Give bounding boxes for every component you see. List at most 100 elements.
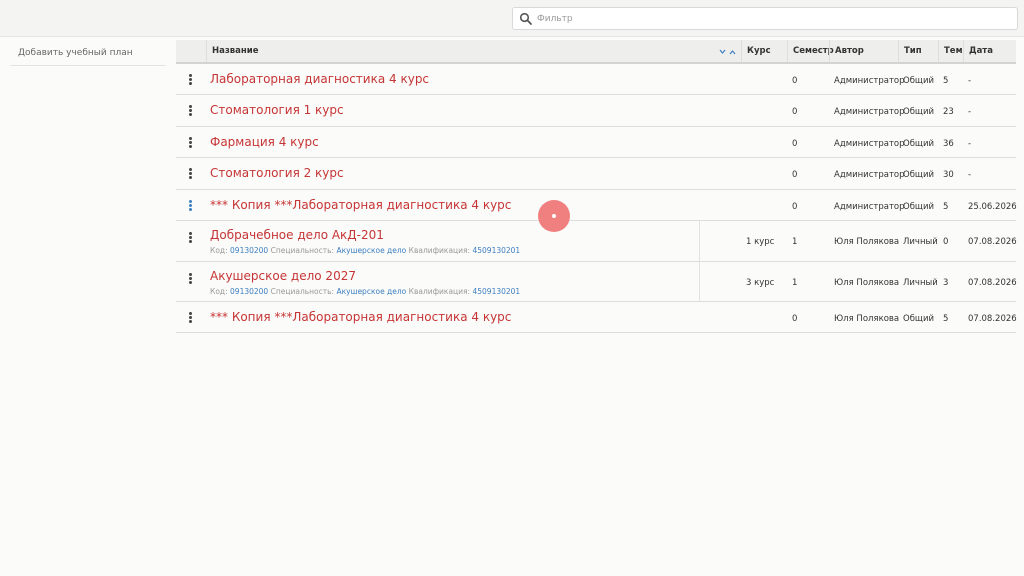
specialty-label: Специальность:	[270, 287, 335, 296]
cell-date: 07.08.2026	[968, 237, 1017, 247]
cell-author: Юля Полякова	[834, 278, 900, 288]
column-divider	[699, 262, 700, 301]
table-row[interactable]: *** Копия ***Лабораторная диагностика 4 …	[176, 190, 1017, 221]
table-row[interactable]: Акушерское дело 2027 Код: 09130200 Специа…	[176, 262, 1017, 302]
column-header-topics[interactable]: Тем	[938, 40, 963, 62]
header-menu-col	[176, 40, 206, 62]
cell-author: Администратор	[834, 76, 905, 86]
table-body: Лабораторная диагностика 4 курс 0 Админист…	[176, 64, 1017, 333]
cell-author: Администратор	[834, 107, 905, 117]
cell-semester: 0	[792, 314, 798, 324]
cell-date: 07.08.2026	[968, 278, 1017, 288]
code-link[interactable]: 09130200	[230, 246, 268, 255]
specialty-label: Специальность:	[270, 246, 335, 255]
cell-type: Общий	[903, 76, 934, 86]
table-header: Название Курс Семестр Автор Тип Тем Дата	[176, 40, 1016, 64]
column-divider	[699, 221, 700, 261]
sidebar: Добавить учебный план	[10, 43, 166, 66]
kebab-menu-icon[interactable]	[187, 273, 193, 285]
cell-date: 25.06.2026	[968, 202, 1017, 212]
code-link[interactable]: 09130200	[230, 287, 268, 296]
kebab-menu-icon[interactable]	[187, 74, 193, 86]
kebab-menu-icon[interactable]	[187, 232, 193, 244]
cell-topics: 36	[943, 139, 954, 149]
cell-type: Общий	[903, 139, 934, 149]
column-header-name[interactable]: Название	[206, 40, 742, 62]
cell-semester: 1	[792, 237, 798, 247]
cell-semester: 0	[792, 170, 798, 180]
plan-title-link[interactable]: Добрачебное дело АкД-201	[210, 228, 384, 242]
table-row[interactable]: *** Копия ***Лабораторная диагностика 4 …	[176, 302, 1017, 333]
cell-semester: 1	[792, 278, 798, 288]
cell-type: Общий	[903, 107, 934, 117]
cell-topics: 5	[943, 314, 949, 324]
kebab-menu-icon[interactable]	[187, 312, 193, 324]
table-row[interactable]: Фармация 4 курс 0 Администратор Общий 36 -	[176, 127, 1016, 158]
cell-semester: 0	[792, 202, 798, 212]
cell-course: 1 курс	[746, 237, 775, 247]
plan-title-link[interactable]: Стоматология 1 курс	[210, 103, 344, 117]
qualification-label: Квалификация:	[408, 287, 471, 296]
column-header-author[interactable]: Автор	[829, 40, 898, 62]
plan-meta: Код: 09130200 Специальность: Акушерское …	[210, 246, 520, 255]
kebab-menu-icon[interactable]	[187, 105, 193, 117]
cell-author: Юля Полякова	[834, 314, 900, 324]
column-header-course[interactable]: Курс	[741, 40, 787, 62]
cell-type: Общий	[903, 314, 934, 324]
cell-author: Администратор	[834, 139, 905, 149]
table-row[interactable]: Стоматология 1 курс 0 Администратор Общий 23…	[176, 95, 1016, 127]
specialty-link[interactable]: Акушерское дело	[336, 287, 406, 296]
column-header-semester[interactable]: Семестр	[787, 40, 834, 62]
qualification-label: Квалификация:	[408, 246, 471, 255]
plan-title-link[interactable]: *** Копия ***Лабораторная диагностика 4 …	[210, 310, 511, 324]
column-header-date[interactable]: Дата	[963, 40, 1016, 62]
cell-date: -	[968, 139, 972, 149]
cell-topics: 0	[943, 237, 949, 247]
table-row[interactable]: Добрачебное дело АкД-201 Код: 09130200 Сп…	[176, 221, 1017, 262]
column-name-label: Название	[212, 46, 259, 56]
cell-course: 3 курс	[746, 278, 775, 288]
cell-topics: 3	[943, 278, 949, 288]
cell-author: Администратор	[834, 202, 905, 212]
kebab-menu-icon[interactable]	[187, 137, 193, 149]
plan-title-link[interactable]: Лабораторная диагностика 4 курс	[210, 72, 429, 86]
cell-type: Личный	[903, 237, 938, 247]
code-label: Код:	[210, 287, 228, 296]
kebab-menu-icon[interactable]	[187, 168, 193, 180]
plan-title-link[interactable]: *** Копия ***Лабораторная диагностика 4 …	[210, 198, 511, 212]
cell-semester: 0	[792, 139, 798, 149]
plan-title-link[interactable]: Стоматология 2 курс	[210, 166, 344, 180]
table-row[interactable]: Лабораторная диагностика 4 курс 0 Админист…	[176, 64, 1016, 95]
filter-search-box[interactable]	[512, 7, 1018, 30]
cell-date: -	[968, 170, 972, 180]
specialty-link[interactable]: Акушерское дело	[336, 246, 406, 255]
cell-type: Общий	[903, 202, 934, 212]
cell-semester: 0	[792, 107, 798, 117]
cell-type: Личный	[903, 278, 938, 288]
cell-topics: 5	[943, 76, 949, 86]
plan-title-link[interactable]: Фармация 4 курс	[210, 135, 319, 149]
plan-title-link[interactable]: Акушерское дело 2027	[210, 269, 356, 283]
cell-semester: 0	[792, 76, 798, 86]
kebab-menu-icon[interactable]	[187, 200, 193, 212]
table-row[interactable]: Стоматология 2 курс 0 Администратор Общий 30…	[176, 158, 1016, 190]
qualification-link[interactable]: 4509130201	[472, 246, 520, 255]
cell-topics: 30	[943, 170, 954, 180]
sort-chevrons-icon[interactable]	[719, 48, 737, 56]
cell-author: Юля Полякова	[834, 237, 900, 247]
cell-topics: 5	[943, 202, 949, 212]
cell-topics: 23	[943, 107, 954, 117]
qualification-link[interactable]: 4509130201	[472, 287, 520, 296]
top-bar	[0, 0, 1024, 37]
code-label: Код:	[210, 246, 228, 255]
filter-input[interactable]	[537, 10, 1007, 27]
add-study-plan-link[interactable]: Добавить учебный план	[10, 43, 166, 66]
cell-date: -	[968, 107, 972, 117]
click-indicator	[538, 200, 570, 232]
plan-meta: Код: 09130200 Специальность: Акушерское …	[210, 287, 520, 296]
column-header-type[interactable]: Тип	[898, 40, 938, 62]
search-icon	[519, 12, 532, 25]
cell-date: 07.08.2026	[968, 314, 1017, 324]
cell-type: Общий	[903, 170, 934, 180]
study-plans-table: Название Курс Семестр Автор Тип Тем Дата…	[176, 40, 1017, 333]
